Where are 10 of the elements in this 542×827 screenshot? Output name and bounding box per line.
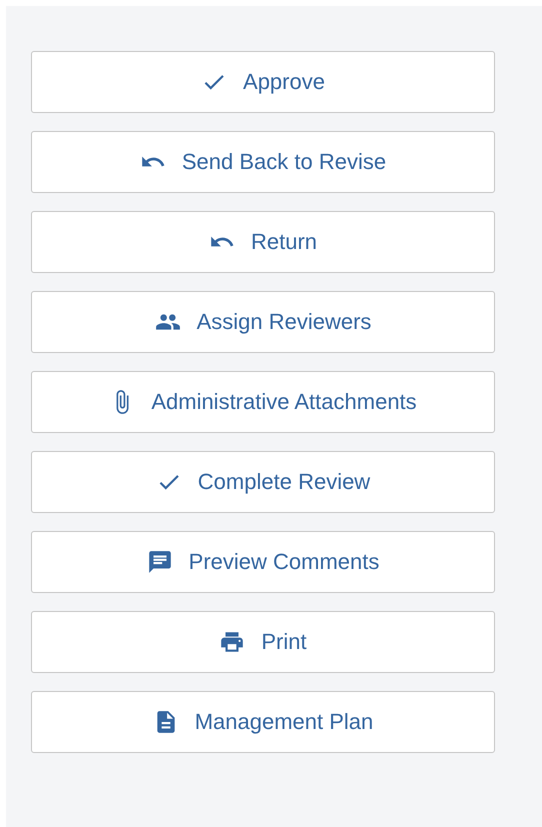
action-button[interactable]: Complete Review	[31, 451, 495, 513]
action-button[interactable]: Administrative Attachments	[31, 371, 495, 433]
action-button[interactable]: Print	[31, 611, 495, 673]
action-button[interactable]: Send Back to Revise	[31, 131, 495, 193]
action-button[interactable]: Approve	[31, 51, 495, 113]
action-button[interactable]: Assign Reviewers	[31, 291, 495, 353]
comment-icon	[146, 549, 173, 575]
action-button[interactable]: Return	[31, 211, 495, 273]
action-button[interactable]: Preview Comments	[31, 531, 495, 593]
action-button[interactable]: Management Plan	[31, 691, 495, 753]
